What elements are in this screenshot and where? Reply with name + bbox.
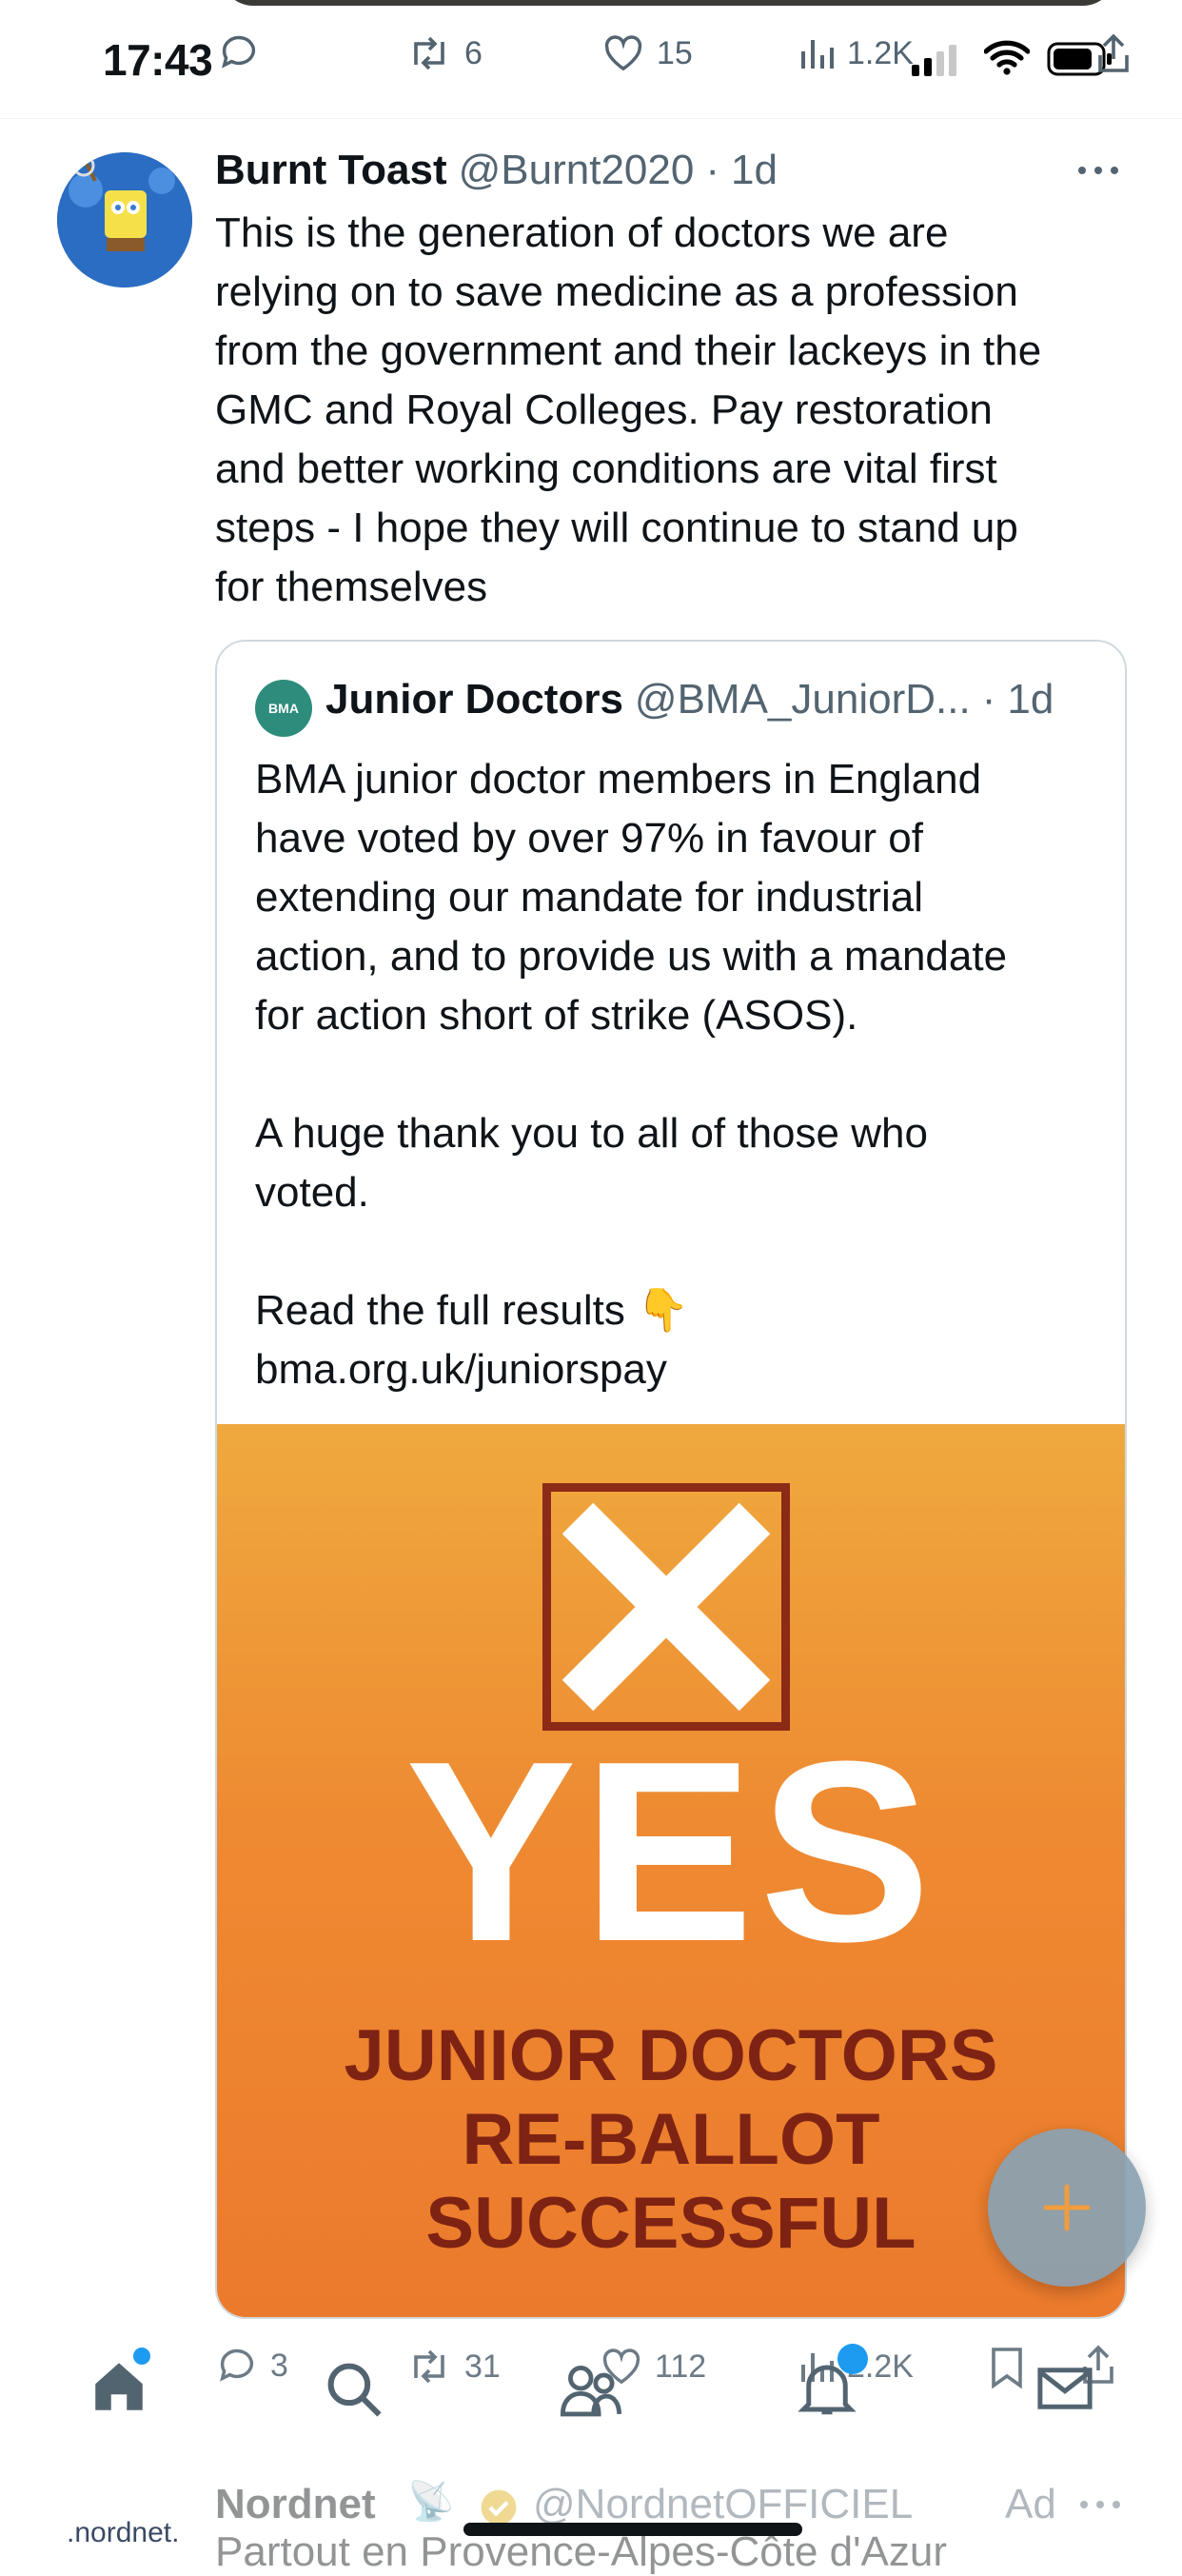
advertiser-name[interactable]: Nordnet [215, 2481, 376, 2528]
compose-button[interactable] [988, 2129, 1146, 2287]
quoted-timestamp[interactable]: 1d [1007, 676, 1054, 723]
notifications-badge [837, 2344, 868, 2374]
status-time: 17:43 [103, 35, 213, 85]
advertiser-logo[interactable]: .nordnet. [67, 2517, 179, 2549]
tab-messages[interactable] [1034, 2357, 1096, 2420]
views-count: 1.2K [847, 34, 914, 71]
headline-line: JUNIOR DOCTORS [344, 2015, 998, 2096]
search-icon [327, 2363, 382, 2417]
wifi-icon [984, 38, 1030, 76]
share-icon[interactable] [1094, 32, 1133, 74]
like-action[interactable]: 15 [601, 34, 693, 72]
quoted-author-avatar[interactable]: BMA [255, 680, 312, 737]
bottom-tab-bar [0, 2323, 1182, 2437]
retweet-action[interactable]: 6 [405, 34, 483, 72]
compose-plus-icon [1040, 2181, 1093, 2234]
views-icon [801, 40, 834, 69]
quoted-author-line: Junior Doctors @BMA_JuniorD... · 1d [325, 676, 1054, 723]
tweet-text-line: steps - I hope they will continue to sta… [215, 505, 1018, 551]
advertiser-handle[interactable]: @NordnetOFFICIEL [533, 2481, 913, 2528]
signal-bars-icon [910, 44, 961, 76]
tweet-text-line: GMC and Royal Colleges. Pay restoration [215, 386, 993, 433]
author-avatar[interactable] [57, 152, 192, 287]
quoted-tweet-text: BMA junior doctor members in England hav… [255, 756, 1008, 1393]
tab-communities[interactable] [558, 2357, 624, 2420]
communities-icon [560, 2366, 622, 2417]
retweet-count: 6 [464, 34, 483, 71]
tweet-text: This is the generation of doctors we are… [215, 204, 1129, 617]
author-name[interactable]: Burnt Toast [215, 147, 447, 194]
like-count: 15 [657, 34, 693, 71]
satellite-emoji: 📡 [407, 2481, 455, 2523]
tweet-author-line: Burnt Toast @Burnt2020 · 1d [215, 147, 778, 194]
quoted-author-name[interactable]: Junior Doctors [325, 676, 623, 723]
tweet-text-line: This is the generation of doctors we are [215, 209, 949, 256]
promoted-tweet[interactable]: .nordnet. Nordnet 📡 @NordnetOFFICIEL Ad … [0, 2437, 1182, 2575]
top-bar: 17:43 6 15 1.2K [0, 0, 1182, 119]
ballot-box-icon [542, 1483, 790, 1731]
more-options-icon[interactable] [1077, 2498, 1123, 2511]
image-headline: JUNIOR DOCTORS RE-BALLOT SUCCESSFUL [217, 2014, 1125, 2266]
quoted-author-handle[interactable]: @BMA_JuniorD... [635, 676, 971, 723]
ad-label: Ad [1005, 2481, 1056, 2527]
home-notification-dot [133, 2348, 150, 2365]
reply-action[interactable] [217, 30, 261, 74]
messages-icon [1037, 2368, 1093, 2409]
home-indicator [463, 2523, 802, 2536]
tweet-text-line: for themselves [215, 564, 488, 610]
views-action[interactable]: 1.2K [798, 34, 914, 72]
author-handle[interactable]: @Burnt2020 [459, 147, 695, 194]
quoted-tweet-card[interactable]: BMA Junior Doctors @BMA_JuniorD... · 1d … [215, 640, 1127, 2319]
previous-media-edge [221, 0, 1115, 6]
separator-dot: · [981, 676, 996, 723]
separator-dot: · [705, 147, 719, 193]
retweet-icon [414, 36, 444, 70]
tweet-text-line: and better working conditions are vital … [215, 446, 997, 492]
reply-icon [222, 35, 256, 69]
tab-search[interactable] [322, 2357, 384, 2420]
quoted-tweet-image[interactable]: YES JUNIOR DOCTORS RE-BALLOT SUCCESSFUL [217, 1424, 1125, 2317]
more-options-icon[interactable] [1075, 164, 1121, 177]
tweet-text-line: relying on to save medicine as a profess… [215, 268, 1018, 315]
image-big-word: YES [404, 1709, 937, 1995]
tweet-timestamp[interactable]: 1d [731, 147, 778, 194]
headline-line: RE-BALLOT [462, 2099, 880, 2180]
like-icon [604, 35, 642, 71]
tweet-text-line: from the government and their lackeys in… [215, 327, 1042, 374]
